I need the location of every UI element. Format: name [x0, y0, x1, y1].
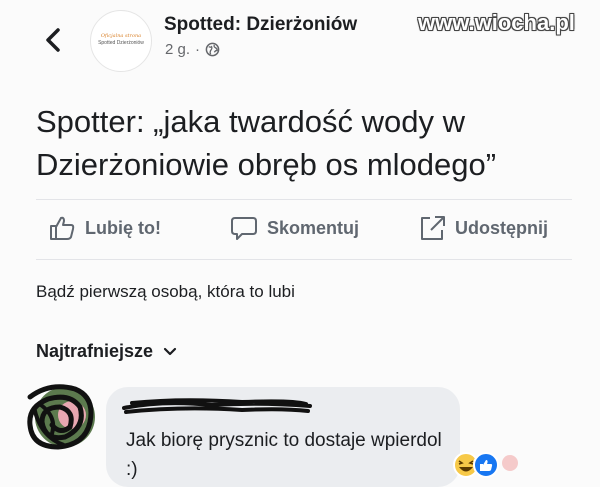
post-header: Oficjalna strona Spotted Dzierżoniów Spo…: [0, 0, 600, 82]
share-label: Udostępnij: [455, 217, 548, 238]
page-avatar[interactable]: Oficjalna strona Spotted Dzierżoniów: [90, 10, 152, 72]
reactions-cluster[interactable]: [452, 451, 532, 481]
comment-button[interactable]: Skomentuj: [230, 214, 359, 242]
post-time[interactable]: 2 g.: [165, 41, 190, 58]
comment-text: Jak biorę prysznic to dostaje wpierdol :…: [126, 430, 442, 480]
like-reaction-icon: [473, 452, 499, 478]
like-label: Lubię to!: [85, 217, 161, 238]
reaction-count-badge: [502, 455, 518, 471]
share-button[interactable]: Udostępnij: [418, 214, 548, 242]
like-button[interactable]: Lubię to!: [48, 214, 161, 242]
sort-label: Najtrafniejsze: [36, 341, 154, 361]
comment-label: Skomentuj: [267, 217, 360, 238]
comment-icon: [231, 217, 257, 240]
watermark: www.wiocha.pl: [418, 10, 575, 35]
commenter-avatar[interactable]: [20, 377, 98, 452]
comments-sort-dropdown[interactable]: Najtrafniejsze: [36, 341, 177, 362]
meta-separator: ·: [195, 41, 201, 58]
back-arrow-icon[interactable]: [42, 26, 64, 54]
comment-author-redacted: [122, 398, 312, 414]
likes-info: Bądź pierwszą osobą, która to lubi: [36, 282, 295, 301]
page-name[interactable]: Spotted: Dzierżoniów: [164, 14, 357, 36]
globe-icon: [205, 42, 220, 57]
post-meta: 2 g. ·: [165, 41, 220, 58]
thumbs-up-icon: [50, 216, 75, 240]
post-text: Spotter: „jaka twardość wody w Dzierżoni…: [36, 104, 497, 182]
action-bar: Lubię to! Skomentuj Udostępnij: [0, 200, 600, 260]
chevron-down-icon: [163, 347, 177, 355]
share-icon: [421, 216, 445, 240]
avatar-line-1: Oficjalna strona: [100, 33, 142, 39]
avatar-line-2: Spotted Dzierżoniów: [98, 40, 144, 46]
divider-bottom: [36, 259, 572, 260]
